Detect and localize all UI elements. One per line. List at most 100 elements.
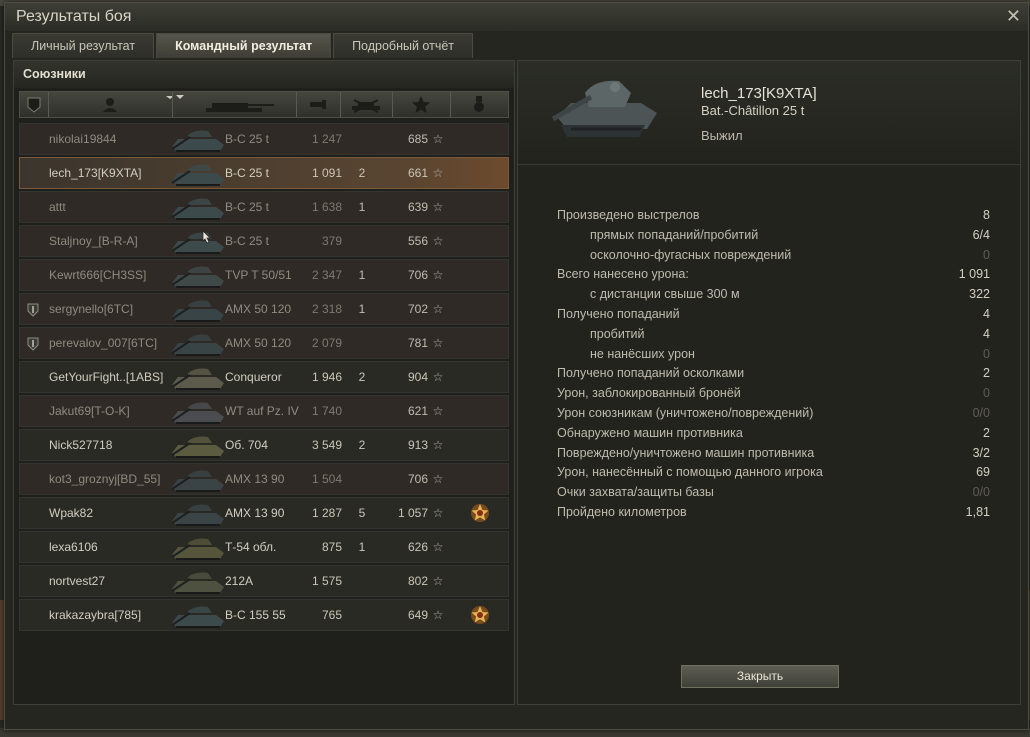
stat-label: не нанёсших урон [590, 346, 695, 361]
vehicle-name: AMX 13 90 [225, 472, 285, 486]
stat-row: пробитий 4 [557, 327, 990, 347]
vehicle-name: B-C 155 55 [225, 608, 286, 622]
player-name: sergynello[6TC] [49, 302, 134, 316]
kills-value: 1 [358, 540, 366, 554]
tank-icon [171, 198, 224, 220]
table-row[interactable]: nortvest27 212А 1 575 802 ☆ [19, 565, 509, 597]
table-row[interactable]: lech_173[K9XTA] В-С 25 t 1 091 2 661 ☆ [19, 157, 509, 189]
stat-label: с дистанции свыше 300 м [590, 287, 740, 302]
table-row[interactable]: kot3_groznyj[BD_55] AMX 13 90 1 504 706 ☆ [19, 463, 509, 495]
player-name: Jakut69[T-O-K] [49, 404, 130, 418]
table-row[interactable]: lexa6106 Т-54 обл. 875 1 626 ☆ [19, 531, 509, 563]
damage-value: 1 504 [311, 472, 342, 486]
sort-arrow-icon [176, 95, 274, 112]
close-icon[interactable]: ✕ [1006, 6, 1021, 27]
stat-value: 1,81 [965, 504, 990, 519]
vehicle-name: WT auf Pz. IV [225, 404, 299, 418]
kills-value: 2 [358, 166, 366, 180]
kills-value: 2 [358, 438, 366, 452]
team-panel: Союзники nikolai19844 В-С 25 t 1 247 685… [13, 60, 515, 705]
stat-label: Урон, нанесённый с помощью данного игрок… [557, 465, 823, 480]
damage-value: 2 079 [311, 336, 342, 350]
xp-value: 781 [407, 336, 428, 350]
stat-label: Повреждено/уничтожено машин противника [557, 445, 815, 460]
stats-list: Произведено выстрелов 8 прямых попаданий/п… [557, 208, 990, 525]
table-row[interactable]: attt В-С 25 t 1 638 1 639 ☆ [19, 191, 509, 223]
star-icon: ☆ [432, 234, 444, 248]
medal-icon[interactable] [468, 498, 492, 528]
player-name: nortvest27 [49, 574, 106, 588]
stat-value: 0/0 [972, 405, 990, 420]
tank-icon [171, 300, 224, 322]
player-name: nikolai19844 [49, 132, 117, 146]
star-icon: ☆ [432, 166, 444, 180]
clan-icon[interactable] [26, 294, 42, 324]
table-row[interactable]: Staljnoy_[B-R-A] В-С 25 t 379 556 ☆ [19, 225, 509, 257]
tab-personal[interactable]: Личный результат [12, 33, 155, 58]
xp-value: 702 [407, 302, 428, 316]
star-icon: ☆ [432, 574, 444, 588]
damage-value: 2 347 [311, 268, 342, 282]
vehicle-name: В-С 25 t [225, 166, 270, 180]
table-row[interactable]: sergynello[6TC] AMX 50 120 2 318 1 702 ☆ [19, 293, 509, 325]
stat-row: Урон, заблокированный бронёй 0 [557, 386, 990, 406]
table-row[interactable]: krakazaybra[785] B-C 155 55 765 649 ☆ [19, 599, 509, 631]
medal-icon [474, 96, 484, 112]
star-icon: ☆ [432, 132, 444, 146]
tank-icon [171, 606, 224, 628]
player-name: kot3_groznyj[BD_55] [49, 472, 161, 486]
tab-detailed[interactable]: Подробный отчёт [333, 33, 474, 58]
stat-value: 3/2 [972, 445, 990, 460]
damage-value: 1 946 [311, 370, 342, 384]
damage-value: 3 549 [311, 438, 342, 452]
tank-render-icon [551, 80, 657, 137]
stat-label: пробитий [590, 326, 645, 341]
tank-icon [171, 334, 224, 356]
stat-value: 1 091 [958, 267, 990, 282]
stat-row: Пройдено километров 1,81 [557, 505, 990, 525]
close-button[interactable]: Закрыть [681, 665, 839, 688]
table-row[interactable]: Nick527718 Об. 704 3 549 2 913 ☆ [19, 429, 509, 461]
table-row[interactable]: perevalov_007[6TC] AMX 50 120 2 079 781 ☆ [19, 327, 509, 359]
player-name: Wpak82 [49, 506, 94, 520]
col-damage[interactable] [296, 92, 341, 117]
table-row[interactable]: nikolai19844 В-С 25 t 1 247 685 ☆ [19, 123, 509, 155]
col-medal[interactable] [450, 92, 508, 117]
col-clan[interactable] [20, 92, 49, 117]
vehicle-name: Т-54 обл. [225, 540, 277, 554]
table-row[interactable]: Jakut69[T-O-K] WT auf Pz. IV 1 740 621 ☆ [19, 395, 509, 427]
table-row[interactable]: Kewrt666[CH3SS] TVP T 50/51 2 347 1 706 ☆ [19, 259, 509, 291]
stat-value: 69 [976, 465, 990, 480]
stat-row: не нанёсших урон 0 [557, 347, 990, 367]
table-row[interactable]: Wpak82 AMX 13 90 1 287 5 1 057 ☆ [19, 497, 509, 529]
xp-value: 621 [407, 404, 428, 418]
tab-team[interactable]: Командный результат [156, 33, 332, 58]
vehicle-name: В-С 25 t [225, 132, 270, 146]
star-icon: ☆ [432, 336, 444, 350]
star-icon: ☆ [432, 472, 444, 486]
damage-value: 1 740 [311, 404, 342, 418]
stat-row: Произведено выстрелов 8 [557, 208, 990, 228]
xp-value: 661 [407, 166, 428, 180]
medal-icon[interactable] [468, 600, 492, 630]
table-row[interactable]: GetYourFight..[1ABS] Conqueror 1 946 2 904 ☆ [19, 361, 509, 393]
star-icon: ☆ [432, 506, 444, 520]
col-vehicle[interactable] [172, 92, 297, 117]
star-icon: ☆ [432, 200, 444, 214]
kills-value [350, 226, 374, 256]
stat-row: Получено попаданий 4 [557, 307, 990, 327]
player-icon [103, 96, 172, 112]
stat-value: 0 [983, 247, 990, 262]
col-player[interactable] [48, 92, 173, 117]
col-kills[interactable] [340, 92, 393, 117]
mouse-cursor-icon [202, 230, 211, 244]
tank-icon [171, 164, 224, 186]
col-xp[interactable] [392, 92, 451, 117]
xp-value: 556 [407, 234, 428, 248]
vehicle-name: TVP T 50/51 [225, 268, 292, 282]
tank-icon [171, 572, 224, 594]
clan-icon[interactable] [26, 328, 42, 358]
damage-value: 1 287 [311, 506, 342, 520]
xp-star-icon [412, 96, 430, 113]
stat-label: осколочно-фугасных повреждений [590, 247, 792, 262]
